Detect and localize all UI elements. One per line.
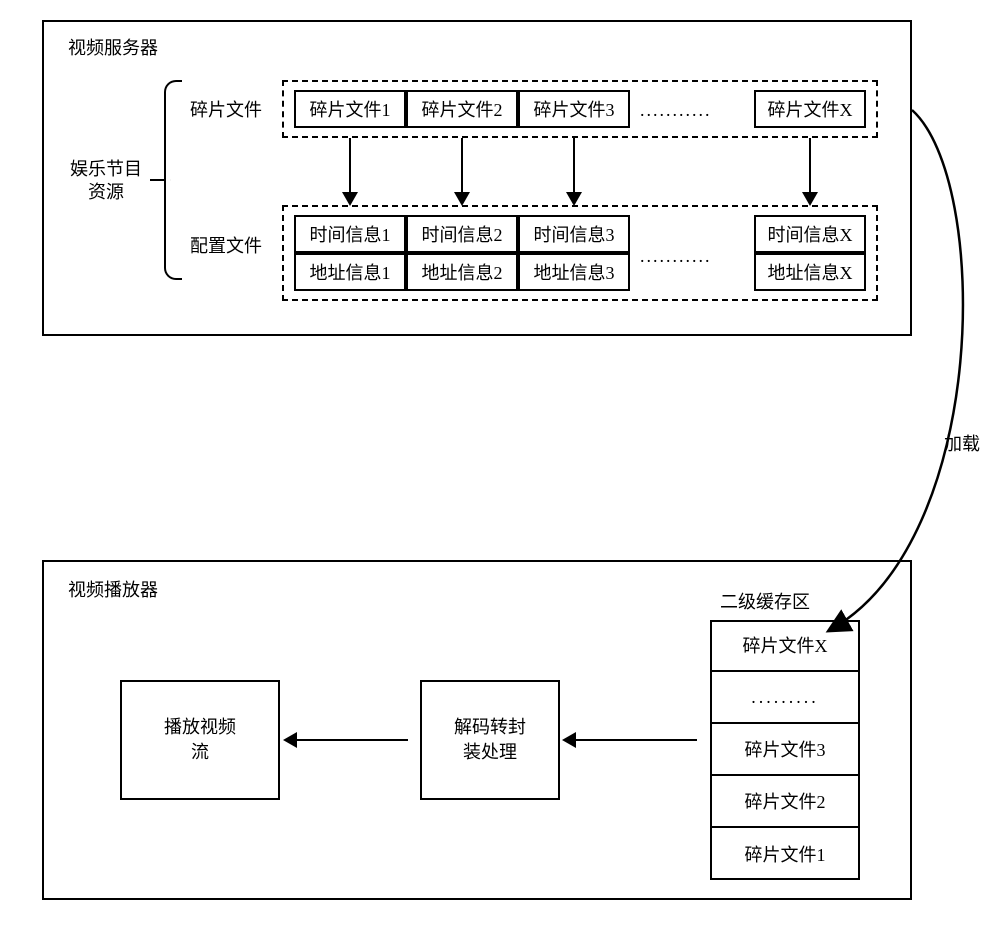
fragment-file-cell: 碎片文件1 — [294, 90, 406, 128]
config-row-label: 配置文件 — [190, 232, 262, 258]
fragment-file-cell: 碎片文件X — [754, 90, 866, 128]
cache-item: 碎片文件X — [710, 620, 860, 672]
brace-icon — [148, 80, 180, 280]
ellipsis: ........... — [640, 100, 712, 121]
arrow-head-icon — [454, 192, 470, 206]
fragment-file-cell: 碎片文件3 — [518, 90, 630, 128]
time-info-cell: 时间信息2 — [406, 215, 518, 253]
time-info-cell: 时间信息3 — [518, 215, 630, 253]
cache-item: 碎片文件2 — [710, 776, 860, 828]
time-info-cell: 时间信息X — [754, 215, 866, 253]
cache-item: 碎片文件3 — [710, 724, 860, 776]
play-video-box: 播放视频流 — [120, 680, 280, 800]
cache-item-ellipsis: ......... — [710, 672, 860, 724]
arrow-line — [461, 138, 463, 194]
arrow-line — [809, 138, 811, 194]
arrow-head-icon — [562, 732, 576, 748]
arrow-head-icon — [342, 192, 358, 206]
addr-info-cell: 地址信息3 — [518, 253, 630, 291]
addr-info-cell: 地址信息X — [754, 253, 866, 291]
arrow-head-icon — [283, 732, 297, 748]
cache-label: 二级缓存区 — [720, 588, 810, 614]
diagram-canvas: 视频服务器 娱乐节目资源 碎片文件 配置文件 碎片文件1 碎片文件2 碎片文件3… — [0, 0, 1000, 930]
ellipsis: ........... — [640, 246, 712, 267]
load-label: 加载 — [944, 430, 980, 456]
arrow-head-icon — [566, 192, 582, 206]
addr-info-cell: 地址信息2 — [406, 253, 518, 291]
time-info-cell: 时间信息1 — [294, 215, 406, 253]
video-player-title: 视频播放器 — [68, 576, 158, 602]
decode-box: 解码转封装处理 — [420, 680, 560, 800]
addr-info-cell: 地址信息1 — [294, 253, 406, 291]
fragment-file-cell: 碎片文件2 — [406, 90, 518, 128]
fragments-row-label: 碎片文件 — [190, 96, 262, 122]
arrow-line — [296, 739, 408, 741]
video-server-title: 视频服务器 — [68, 34, 158, 60]
resource-label: 娱乐节目资源 — [62, 158, 150, 205]
arrow-line — [575, 739, 697, 741]
arrow-line — [349, 138, 351, 194]
arrow-line — [573, 138, 575, 194]
cache-item: 碎片文件1 — [710, 828, 860, 880]
arrow-head-icon — [802, 192, 818, 206]
